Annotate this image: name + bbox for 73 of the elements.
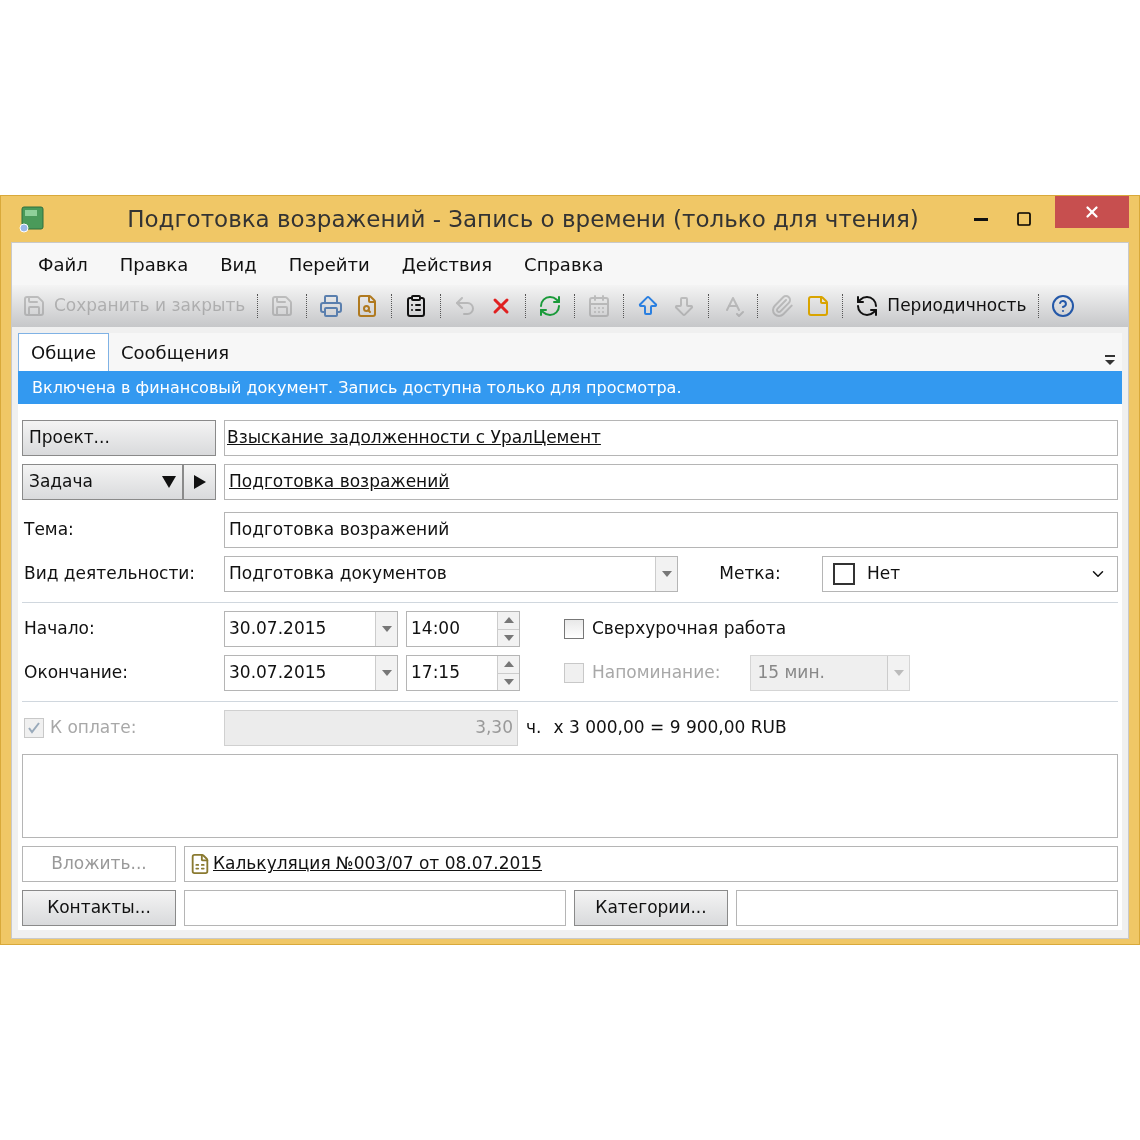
tag-swatch <box>833 563 855 585</box>
play-arrow-icon <box>193 475 206 489</box>
project-link[interactable]: Взыскание задолженности с УралЦемент <box>227 425 601 451</box>
refresh-icon <box>538 294 563 318</box>
printer-icon <box>319 294 344 318</box>
open-task-button[interactable] <box>183 464 216 500</box>
overtime-checkbox[interactable] <box>564 619 584 639</box>
minimize-icon <box>974 217 988 221</box>
project-field[interactable]: Взыскание задолженности с УралЦемент <box>224 420 1118 456</box>
start-label: Начало: <box>23 617 96 641</box>
spin-buttons[interactable] <box>497 612 519 646</box>
tab[interactable]: Общие <box>18 333 109 371</box>
activity-combobox[interactable]: Подготовка документов <box>224 556 678 592</box>
billable-label: К оплате: <box>50 716 137 740</box>
categories-field[interactable] <box>736 890 1118 926</box>
date-field[interactable]: 30.07.2015 <box>224 655 398 691</box>
dropdown-arrow-icon <box>381 670 392 676</box>
up-arrow-icon <box>503 661 514 668</box>
amount-formula: x 3 000,00 = 9 900,00 RUB <box>553 716 787 740</box>
time-field[interactable]: 17:15 <box>406 655 520 691</box>
dropdown-arrow-icon <box>162 476 176 488</box>
down-arrow-icon <box>503 634 514 641</box>
window-title: Подготовка возражений - Запись о времени (только для чтения) <box>126 204 920 234</box>
recurrence-button[interactable]: Периодичность <box>851 290 1031 322</box>
categories-button[interactable]: Категории... <box>574 890 728 926</box>
menu-item[interactable]: Правка <box>119 250 189 278</box>
tag-label: Метка: <box>718 562 782 586</box>
project-button[interactable]: Проект... <box>22 420 216 456</box>
sticky-note-icon <box>806 294 831 318</box>
down-arrow-icon <box>503 678 514 685</box>
dropdown-button[interactable] <box>655 557 677 591</box>
recurrence-icon <box>855 294 880 318</box>
subject-label: Тема: <box>23 518 75 542</box>
dropdown-arrow-icon <box>661 571 672 577</box>
dropdown-button[interactable] <box>375 612 397 646</box>
time-field[interactable]: 14:00 <box>406 611 520 647</box>
close-icon <box>1083 203 1101 221</box>
reminder-label: Напоминание: <box>592 661 721 685</box>
menu-item[interactable]: Файл <box>38 250 88 278</box>
notes-area[interactable] <box>22 754 1118 838</box>
calendar-icon <box>587 294 612 318</box>
close-button[interactable] <box>1055 196 1129 228</box>
task-link[interactable]: Подготовка возражений <box>229 469 450 495</box>
spin-buttons[interactable] <box>497 656 519 690</box>
menu-item[interactable]: Вид <box>220 250 257 278</box>
paperclip-icon <box>770 294 795 318</box>
menu-item[interactable]: Действия <box>401 250 493 278</box>
save-icon <box>270 294 295 318</box>
activity-label: Вид деятельности: <box>23 562 197 586</box>
maximize-icon <box>1016 211 1032 227</box>
tab[interactable]: Сообщения <box>109 333 242 371</box>
contacts-field[interactable] <box>184 890 566 926</box>
task-field[interactable]: Подготовка возражений <box>224 464 1118 500</box>
dropdown-button[interactable] <box>375 656 397 690</box>
hours-unit: ч. <box>526 716 542 740</box>
app-icon <box>19 205 45 233</box>
menu-item[interactable]: Справка <box>524 250 604 278</box>
task-button[interactable]: Задача <box>22 464 183 500</box>
overtime-label: Сверхурочная работа <box>592 617 787 641</box>
up-arrow-icon <box>503 617 514 624</box>
dropdown-arrow-icon <box>894 670 904 676</box>
subject-field[interactable]: Подготовка возражений <box>224 512 1118 548</box>
info-bar: Включена в финансовый документ. Запись доступна только для просмотра. <box>18 371 1122 404</box>
help-icon <box>1051 294 1076 318</box>
menu-item[interactable]: Перейти <box>288 250 370 278</box>
save-close-icon <box>22 294 46 318</box>
end-label: Окончание: <box>23 661 129 685</box>
overflow-icon <box>1104 353 1116 367</box>
check-icon <box>27 721 41 735</box>
date-field[interactable]: 30.07.2015 <box>224 611 398 647</box>
tag-dropdown[interactable]: Нет <box>822 556 1118 592</box>
dropdown-arrow-icon <box>381 626 392 632</box>
contacts-button[interactable]: Контакты... <box>22 890 176 926</box>
